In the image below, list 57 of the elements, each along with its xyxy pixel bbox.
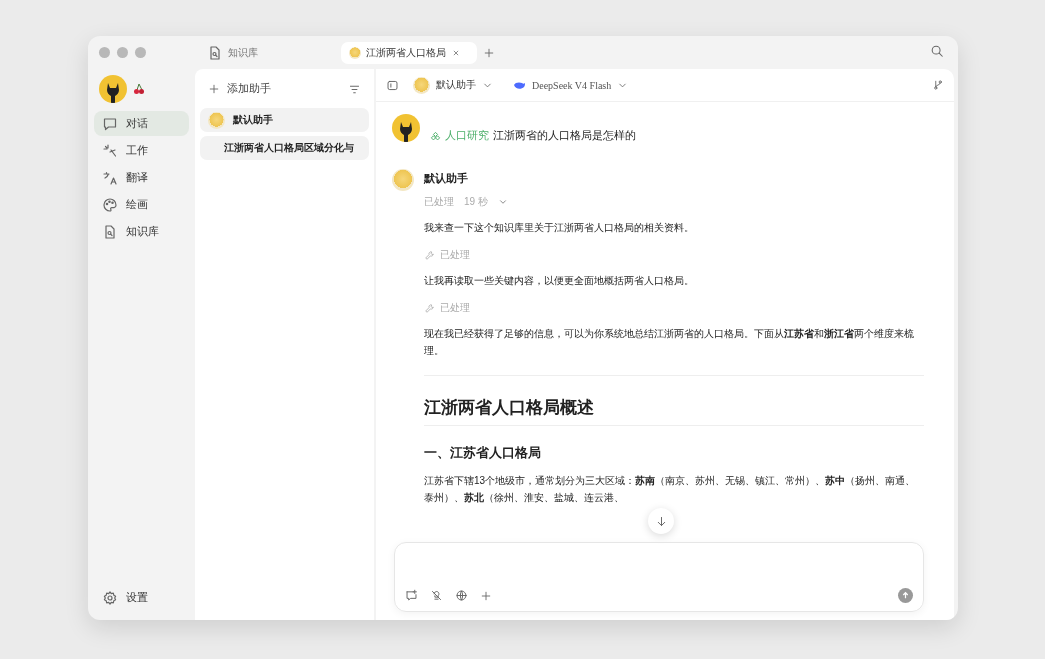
sparkle-icon xyxy=(102,142,118,159)
whale-icon xyxy=(513,79,526,91)
assistant-avatar xyxy=(392,169,414,191)
status-label: 已处理 xyxy=(424,195,454,209)
smiley-icon xyxy=(208,111,225,129)
assistant-item[interactable]: 默认助手 xyxy=(200,108,369,132)
branch-icon xyxy=(932,79,944,91)
avatar[interactable] xyxy=(99,75,127,103)
sidebar-item[interactable]: 工作 xyxy=(94,138,189,163)
bulb-off-icon xyxy=(430,589,443,602)
knowledge-tag-icon xyxy=(430,130,441,142)
sidebar-item[interactable]: 绘画 xyxy=(94,192,189,217)
globe-icon xyxy=(455,589,468,602)
tab[interactable]: 江浙两省人口格局 xyxy=(341,41,477,64)
new-topic-icon xyxy=(405,589,418,602)
subheading: 一、江苏省人口格局 xyxy=(424,444,542,462)
window-control[interactable] xyxy=(135,47,146,58)
assistant-name: 默认助手 xyxy=(424,171,469,186)
message-paragraph: 江苏省下辖13个地级市，通常划分为三大区域：苏南（南京、苏州、无锡、镇江、常州）、苏中（扬州、南通、泰州）、苏北（徐州、淮安、盐城、连云港、 xyxy=(424,474,917,505)
send-button[interactable] xyxy=(898,588,913,603)
arrow-up-icon xyxy=(901,591,910,600)
translate-icon xyxy=(102,169,118,186)
tab[interactable]: 知识库 xyxy=(199,41,335,64)
plus-icon xyxy=(483,46,495,59)
message-input[interactable] xyxy=(394,542,924,612)
chevron-down-icon xyxy=(497,197,508,207)
message-paragraph: 我来查一下这个知识库里关于江浙两省人口格局的相关资料。 xyxy=(424,221,695,235)
cherry-icon xyxy=(133,83,145,95)
plus-icon xyxy=(480,589,492,602)
sidebar-item[interactable]: 对话 xyxy=(94,111,189,136)
scroll-down-button[interactable] xyxy=(648,508,674,534)
user-message: 江浙两省的人口格局是怎样的 xyxy=(493,129,636,143)
heading: 江浙两省人口格局概述 xyxy=(424,396,924,426)
tool-icon xyxy=(424,302,435,314)
add-assistant-link[interactable]: 添加助手 xyxy=(227,82,341,96)
topic-item[interactable]: 江浙两省人口格局区域分化与 xyxy=(200,136,369,160)
chat-icon xyxy=(102,115,118,132)
window-control[interactable] xyxy=(117,47,128,58)
palette-icon xyxy=(102,196,118,213)
sidebar-toggle-icon xyxy=(386,78,399,92)
settings-icon xyxy=(102,589,118,606)
smiley-icon xyxy=(349,46,361,59)
assistant-dropdown[interactable]: 默认助手 xyxy=(407,76,499,94)
duration-label: 19 秒 xyxy=(464,195,488,209)
sidebar-item[interactable]: 知识库 xyxy=(94,219,189,244)
sidebar-item[interactable]: 翻译 xyxy=(94,165,189,190)
tool-icon xyxy=(424,249,435,261)
document-icon xyxy=(207,44,223,61)
message-paragraph: 让我再读取一些关键内容，以便更全面地概括两省人口格局。 xyxy=(424,274,695,288)
user-avatar xyxy=(392,114,420,142)
message-paragraph: 现在我已经获得了足够的信息，可以为你系统地总结江浙两省的人口格局。下面从江苏省和浙江省两个维度来梳理。 xyxy=(424,327,915,358)
plus-icon xyxy=(208,83,220,95)
model-dropdown[interactable]: DeepSeek V4 Flash xyxy=(507,79,635,91)
search-icon xyxy=(930,43,944,58)
document-icon xyxy=(102,223,118,240)
window-control[interactable] xyxy=(99,47,110,58)
settings-button[interactable]: 设置 xyxy=(94,585,189,610)
